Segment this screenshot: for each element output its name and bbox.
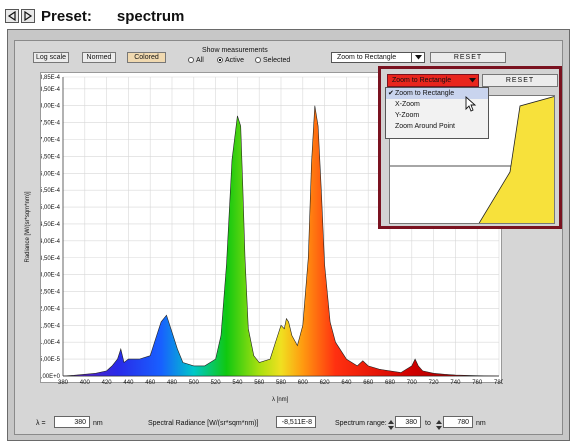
x-tick-label: 620 [320, 380, 331, 384]
x-tick-label: 760 [472, 380, 483, 384]
y-tick-label: 2,50E-4 [41, 290, 61, 296]
colored-button[interactable]: Colored [127, 52, 166, 63]
lambda-unit: nm [93, 420, 103, 427]
radio-active-label: Active [225, 57, 245, 64]
x-tick-label: 560 [254, 380, 265, 384]
y-tick-label: 8,00E-4 [41, 104, 61, 110]
zoom-select-value: Zoom to Rectangle [392, 77, 452, 84]
range-to-input[interactable]: 780 [443, 416, 473, 428]
x-tick-label: 600 [298, 380, 309, 384]
radio-icon [188, 57, 194, 63]
menu-item-zoom-around-point[interactable]: Zoom Around Point [386, 121, 488, 132]
zoom-mode-value: Zoom to Rectangle [337, 54, 397, 61]
radio-all-label: All [196, 57, 204, 64]
y-tick-label: 8,85E-4 [41, 75, 61, 81]
range-from-spinner[interactable] [388, 416, 394, 430]
menu-item-label: Zoom to Rectangle [395, 90, 455, 97]
y-tick-label: 2,00E-4 [41, 306, 61, 312]
x-tick-label: 420 [102, 380, 113, 384]
x-tick-label: 700 [407, 380, 418, 384]
x-tick-label: 520 [211, 380, 222, 384]
y-tick-label: 7,00E-4 [41, 138, 61, 144]
y-tick-label: 6,00E-4 [41, 171, 61, 177]
show-measurements-label: Show measurements [202, 47, 268, 54]
radiance-label: Spectral Radiance [W/(sr*sqm*nm)] [148, 420, 259, 427]
menu-item-label: X-Zoom [395, 101, 420, 108]
normed-button[interactable]: Normed [82, 52, 116, 63]
y-tick-label: 7,50E-4 [41, 121, 61, 127]
chevron-down-icon [466, 75, 478, 86]
range-unit: nm [476, 420, 486, 427]
y-tick-label: 5,50E-4 [41, 188, 61, 194]
mouse-cursor-icon [465, 95, 477, 116]
x-tick-label: 480 [167, 380, 178, 384]
menu-item-label: Y-Zoom [395, 112, 420, 119]
y-tick-label: 4,50E-4 [41, 222, 61, 228]
range-to-label: to [425, 420, 431, 427]
reset-button[interactable]: RESET [430, 52, 506, 63]
arrow-right-icon [24, 11, 33, 21]
checkmark-icon: ✔ [388, 90, 394, 97]
radio-selected-icon [217, 57, 223, 63]
arrow-left-icon [7, 11, 16, 21]
zoom-reset-button[interactable]: RESET [482, 74, 558, 87]
y-tick-label: 6,50E-4 [41, 154, 61, 160]
x-tick-label: 660 [363, 380, 374, 384]
x-tick-label: 640 [341, 380, 352, 384]
y-tick-label: 1,00E-4 [41, 340, 61, 346]
x-tick-label: 540 [232, 380, 243, 384]
radio-active[interactable]: Active [217, 57, 244, 64]
radio-selected[interactable]: Selected [255, 57, 290, 64]
radio-all[interactable]: All [188, 57, 204, 64]
y-tick-label: 5,00E-4 [41, 205, 61, 211]
y-tick-label: 5,00E-5 [41, 357, 61, 363]
back-button[interactable] [5, 9, 19, 23]
page-title: Preset: spectrum [41, 8, 185, 25]
spectrum-range-label: Spectrum range: [335, 420, 387, 427]
x-tick-label: 460 [145, 380, 156, 384]
log-scale-button[interactable]: Log scale [33, 52, 69, 63]
spinner-arrows-icon [388, 420, 394, 430]
radiance-value: -8,511E-8 [276, 416, 316, 428]
zoom-select-open[interactable]: Zoom to Rectangle [387, 74, 479, 87]
x-tick-label: 380 [58, 380, 69, 384]
y-tick-label: 4,00E-4 [41, 239, 61, 245]
y-tick-label: 3,50E-4 [41, 256, 61, 262]
forward-button[interactable] [21, 9, 35, 23]
radio-selected-label: Selected [263, 57, 291, 64]
x-tick-label: 500 [189, 380, 200, 384]
x-tick-label: 400 [80, 380, 91, 384]
lambda-input[interactable]: 380 [54, 416, 90, 428]
y-tick-label: 8,50E-4 [41, 87, 61, 93]
spinner-arrows-icon [436, 420, 442, 430]
x-tick-label: 780 [494, 380, 503, 384]
x-tick-label: 680 [385, 380, 396, 384]
y-axis-title: Radiance [W/(sr*sqm*nm)] [25, 191, 31, 263]
x-tick-label: 440 [123, 380, 134, 384]
zoom-mode-select[interactable]: Zoom to Rectangle [331, 52, 425, 63]
x-axis-title: λ [nm] [272, 397, 289, 403]
range-to-spinner[interactable] [436, 416, 442, 430]
chevron-down-icon [411, 53, 424, 62]
lambda-label: λ = [36, 420, 46, 427]
range-from-input[interactable]: 380 [395, 416, 421, 428]
y-tick-label: 3,00E-4 [41, 273, 61, 279]
menu-item-label: Zoom Around Point [395, 123, 455, 130]
y-tick-label: 1,50E-4 [41, 323, 61, 329]
x-tick-label: 580 [276, 380, 287, 384]
radio-icon [255, 57, 261, 63]
x-tick-label: 740 [450, 380, 461, 384]
x-tick-label: 720 [429, 380, 440, 384]
